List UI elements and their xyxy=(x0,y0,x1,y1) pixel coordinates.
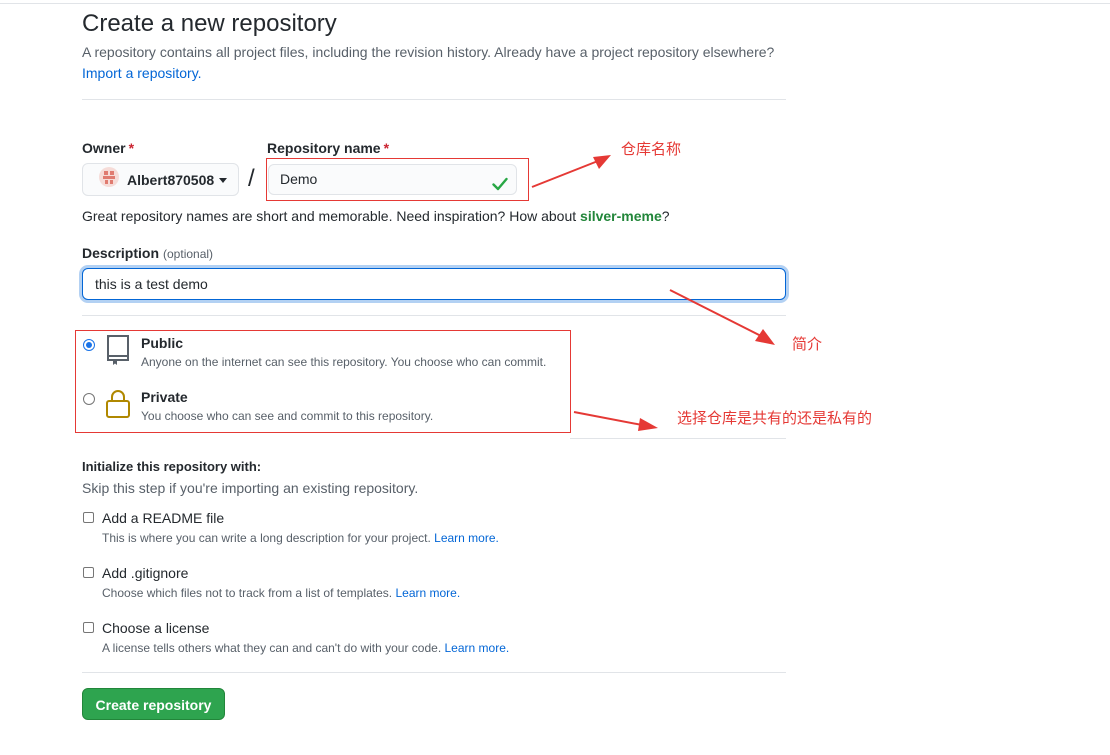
divider xyxy=(570,438,786,439)
description-value: this is a test demo xyxy=(95,276,208,292)
description-label: Description (optional) xyxy=(82,245,213,261)
avatar-icon xyxy=(99,167,119,192)
license-checkbox[interactable] xyxy=(83,622,94,633)
divider xyxy=(82,672,786,673)
repository-name-value: Demo xyxy=(280,171,318,187)
annotation-arrow-description xyxy=(669,289,775,345)
private-description: You choose who can see and commit to thi… xyxy=(141,409,434,423)
repo-name-hint: Great repository names are short and mem… xyxy=(82,208,670,224)
public-radio[interactable] xyxy=(83,339,95,351)
optional-tag: (optional) xyxy=(163,247,214,261)
repo-icon xyxy=(105,334,131,371)
required-mark: * xyxy=(128,140,135,156)
license-description-text: A license tells others what they can and… xyxy=(102,641,445,655)
repo-name-hint-text: Great repository names are short and mem… xyxy=(82,208,581,224)
gitignore-title: Add .gitignore xyxy=(102,565,189,581)
gitignore-learn-more-link[interactable]: Learn more. xyxy=(395,586,460,600)
top-divider xyxy=(0,3,1110,4)
annotation-arrow-repo-name xyxy=(531,155,611,188)
create-repository-button[interactable]: Create repository xyxy=(82,688,225,720)
annotation-description: 简介 xyxy=(792,335,823,353)
readme-description: This is where you can write a long descr… xyxy=(102,531,499,545)
init-title: Initialize this repository with: xyxy=(82,459,262,474)
readme-description-text: This is where you can write a long descr… xyxy=(102,531,435,545)
owner-name: Albert870508 xyxy=(127,171,215,188)
repo-name-label-text: Repository name xyxy=(267,140,381,156)
repo-name-hint-suffix: ? xyxy=(661,208,670,224)
owner-select-button[interactable]: Albert870508 xyxy=(82,163,239,196)
repository-name-input[interactable]: Demo xyxy=(268,164,517,195)
gitignore-checkbox[interactable] xyxy=(83,567,94,578)
readme-learn-more-link[interactable]: Learn more. xyxy=(434,531,499,545)
gitignore-description-text: Choose which files not to track from a l… xyxy=(102,586,396,600)
page-subtitle: A repository contains all project files,… xyxy=(82,44,775,60)
readme-title: Add a README file xyxy=(102,510,225,526)
description-label-text: Description xyxy=(82,245,160,261)
page-title: Create a new repository xyxy=(82,10,337,37)
public-description: Anyone on the internet can see this repo… xyxy=(141,355,547,369)
caret-down-icon xyxy=(219,178,228,183)
annotation-repo-name: 仓库名称 xyxy=(621,140,682,158)
lock-icon xyxy=(105,388,131,425)
annotation-visibility: 选择仓库是共有的还是私有的 xyxy=(677,409,873,427)
owner-label: Owner * xyxy=(82,140,134,156)
check-icon xyxy=(492,172,508,201)
license-title: Choose a license xyxy=(102,620,210,636)
owner-repo-separator: / xyxy=(248,165,255,192)
divider xyxy=(82,99,786,100)
gitignore-description: Choose which files not to track from a l… xyxy=(102,586,460,600)
annotation-arrow-visibility xyxy=(573,411,658,431)
import-repository-link[interactable]: Import a repository. xyxy=(82,65,202,81)
private-radio[interactable] xyxy=(83,393,95,405)
license-description: A license tells others what they can and… xyxy=(102,641,509,655)
repo-name-label: Repository name * xyxy=(267,140,389,156)
readme-checkbox[interactable] xyxy=(83,512,94,523)
suggested-name-link[interactable]: silver-meme xyxy=(580,208,662,224)
init-subtitle: Skip this step if you're importing an ex… xyxy=(82,480,419,496)
owner-label-text: Owner xyxy=(82,140,126,156)
required-mark: * xyxy=(383,140,390,156)
private-title: Private xyxy=(141,389,188,405)
license-learn-more-link[interactable]: Learn more. xyxy=(445,641,510,655)
public-title: Public xyxy=(141,335,184,351)
